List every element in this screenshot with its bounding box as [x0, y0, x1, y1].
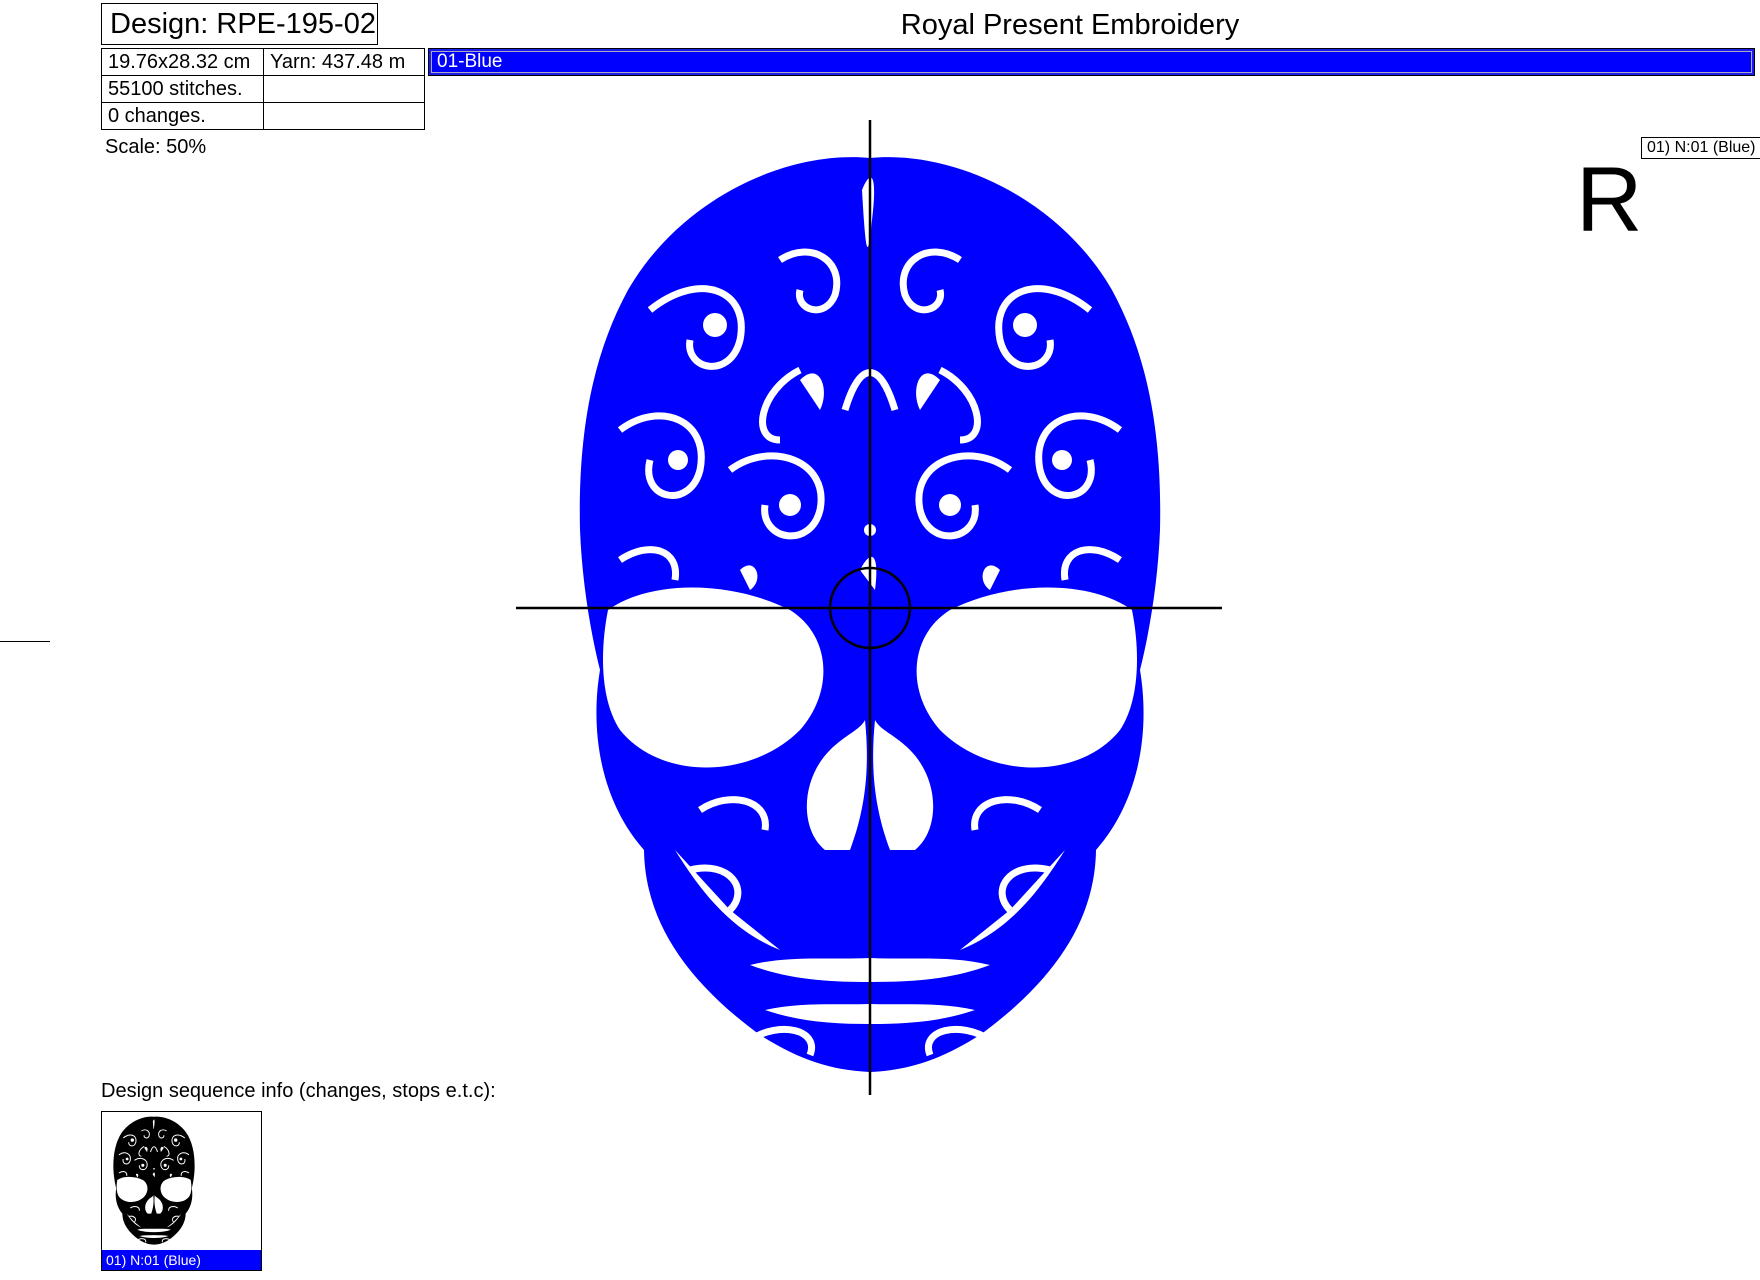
sequence-item: 01) N:01 (Blue) [101, 1110, 262, 1271]
design-size: 19.76x28.32 cm [101, 48, 264, 76]
orientation-mark: R [1576, 149, 1643, 251]
design-title: Design: RPE-195-02 [101, 3, 378, 45]
empty-cell [263, 75, 425, 103]
scale-label: Scale: 50% [105, 136, 207, 158]
embroidery-design [500, 110, 1240, 1110]
skull-icon [102, 1110, 206, 1250]
stitch-count: 55100 stitches. [101, 75, 264, 103]
sequence-title: Design sequence info (changes, stops e.t… [101, 1080, 496, 1102]
sequence-item-label: 01) N:01 (Blue) [102, 1250, 261, 1270]
color-bar: 01-Blue [428, 48, 1755, 76]
company-name: Royal Present Embroidery [900, 9, 1240, 41]
color-bar-label: 01-Blue [431, 51, 1752, 73]
margin-tick [0, 641, 50, 642]
color-changes: 0 changes. [101, 102, 264, 130]
stitch-color-label: 01) N:01 (Blue) [1641, 137, 1760, 159]
info-table: 19.76x28.32 cm Yarn: 437.48 m 55100 stit… [101, 48, 425, 130]
empty-cell [263, 102, 425, 130]
yarn-length: Yarn: 437.48 m [263, 48, 425, 76]
